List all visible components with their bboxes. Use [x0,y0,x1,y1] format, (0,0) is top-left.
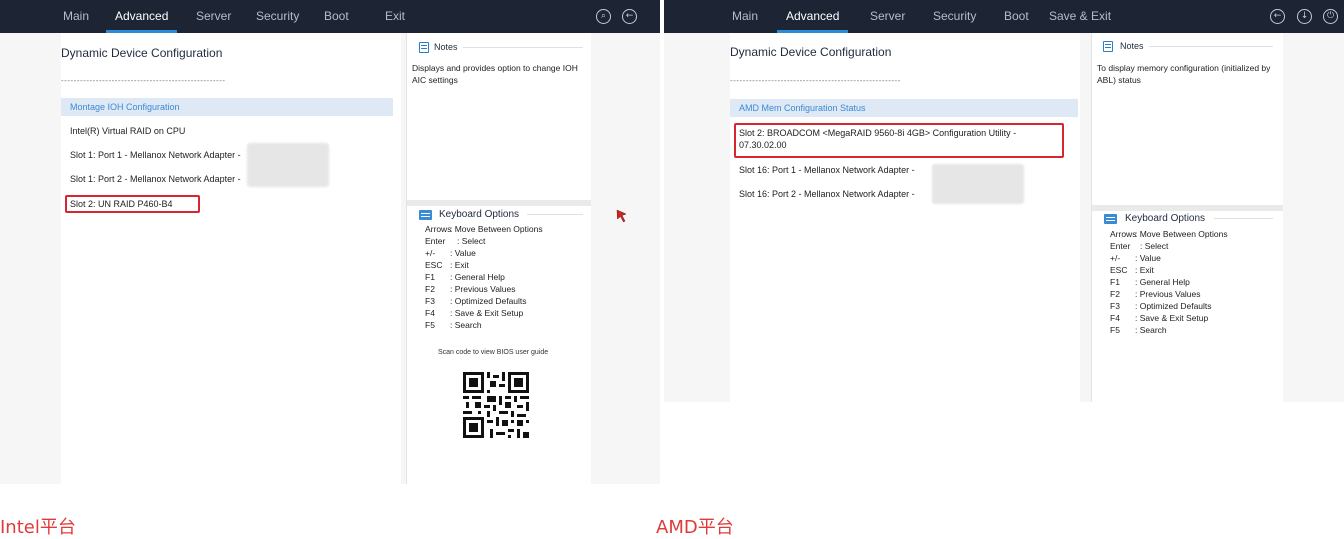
top-menu-bar: Main Advanced Server Security Boot Save … [664,0,1344,33]
kbd-row: F5: Search [1110,325,1167,335]
menu-item-amd-mem-status[interactable]: AMD Mem Configuration Status [730,99,1078,117]
keyboard-title-rule [527,214,583,215]
tab-save-exit[interactable]: Save & Exit [1049,9,1111,23]
tab-advanced[interactable]: Advanced [776,9,849,33]
highlight-callout-box [734,123,1064,158]
keyboard-icon [419,210,432,220]
keyboard-title: Keyboard Options [1125,213,1206,224]
kbd-row: F3: Optimized Defaults [1110,301,1212,311]
notes-title-rule [1149,46,1273,47]
kbd-row: F4: Save & Exit Setup [1110,313,1209,323]
notes-title: Notes [1120,41,1144,51]
settings-pane: Dynamic Device Configuration -----------… [61,33,401,484]
kbd-row: Enter: Select [1110,241,1169,251]
menu-item-label: Montage IOH Configuration [70,102,180,112]
kbd-row: Arrows: Move Between Options [1110,229,1228,239]
kbd-row: ESC: Exit [1110,265,1154,275]
highlight-callout-box [65,195,200,213]
kbd-row: F1: General Help [425,272,505,282]
keyboard-icon [1104,214,1117,224]
kbd-row: Arrows: Move Between Options [425,224,543,234]
back-icon[interactable]: ← [1270,9,1285,24]
tab-main[interactable]: Main [732,9,758,23]
kbd-row: F1: General Help [1110,277,1190,287]
kbd-row: ESC: Exit [425,260,469,270]
tab-security[interactable]: Security [256,9,299,23]
separator-line: ----------------------------------------… [730,76,901,85]
kbd-row: +/-: Value [425,248,476,258]
page-title: Dynamic Device Configuration [730,45,892,59]
menu-item-intel-vroc[interactable]: Intel(R) Virtual RAID on CPU [70,126,185,136]
caption-amd-platform: AMD平台 [656,517,734,538]
tab-server[interactable]: Server [196,9,231,23]
tab-main[interactable]: Main [63,9,89,23]
keyboard-title-rule [1214,218,1273,219]
kbd-row: Enter: Select [425,236,486,246]
back-icon[interactable]: ← [622,9,637,24]
redacted-adapter-info [247,143,329,187]
kbd-row: F5: Search [425,320,482,330]
tab-boot[interactable]: Boot [1004,9,1029,23]
kbd-row: F2: Previous Values [425,284,516,294]
menu-item-label: AMD Mem Configuration Status [739,103,866,113]
menu-item-slot16-port1[interactable]: Slot 16: Port 1 - Mellanox Network Adapt… [739,165,915,175]
menu-item-slot1-port2[interactable]: Slot 1: Port 2 - Mellanox Network Adapte… [70,174,241,184]
kbd-row: +/-: Value [1110,253,1161,263]
mouse-pointer-icon [616,209,627,223]
help-sidebar: Notes Displays and provides option to ch… [406,33,591,484]
tab-server[interactable]: Server [870,9,905,23]
notes-title: Notes [434,42,458,52]
menu-item-slot16-port2[interactable]: Slot 16: Port 2 - Mellanox Network Adapt… [739,189,915,199]
tab-advanced[interactable]: Advanced [105,9,178,33]
separator-line: ----------------------------------------… [61,76,225,85]
qr-caption: Scan code to view BIOS user guide [438,349,549,356]
amd-bios-screen: Main Advanced Server Security Boot Save … [664,0,1344,402]
notes-title-rule [463,47,583,48]
kbd-row: F3: Optimized Defaults [425,296,527,306]
intel-bios-screen: Main Advanced Server Security Boot Exit … [0,0,660,484]
tab-security[interactable]: Security [933,9,976,23]
section-divider [407,200,591,206]
help-sidebar: Notes To display memory configuration (i… [1091,33,1283,402]
page-title: Dynamic Device Configuration [61,46,223,60]
redacted-adapter-info [932,164,1024,204]
notes-text: To display memory configuration (initial… [1097,63,1271,85]
keyboard-title: Keyboard Options [439,209,520,220]
settings-pane: Dynamic Device Configuration -----------… [730,33,1080,402]
kbd-row: F4: Save & Exit Setup [425,308,524,318]
menu-item-montage-ioh[interactable]: Montage IOH Configuration [61,98,393,116]
search-icon[interactable]: ⌕ [596,9,611,24]
top-menu-bar: Main Advanced Server Security Boot Exit … [0,0,660,33]
tab-exit[interactable]: Exit [385,9,405,23]
menu-item-slot1-port1[interactable]: Slot 1: Port 1 - Mellanox Network Adapte… [70,150,241,160]
power-icon[interactable]: ⏻ [1323,9,1338,24]
tab-boot[interactable]: Boot [324,9,349,23]
download-icon[interactable]: ↓ [1297,9,1312,24]
kbd-row: F2: Previous Values [1110,289,1201,299]
section-divider [1092,205,1283,211]
caption-intel-platform: Intel平台 [0,517,76,538]
notes-icon [1103,41,1113,52]
qr-code-icon [463,372,529,438]
notes-icon [419,42,429,53]
notes-text: Displays and provides option to change I… [412,63,578,85]
